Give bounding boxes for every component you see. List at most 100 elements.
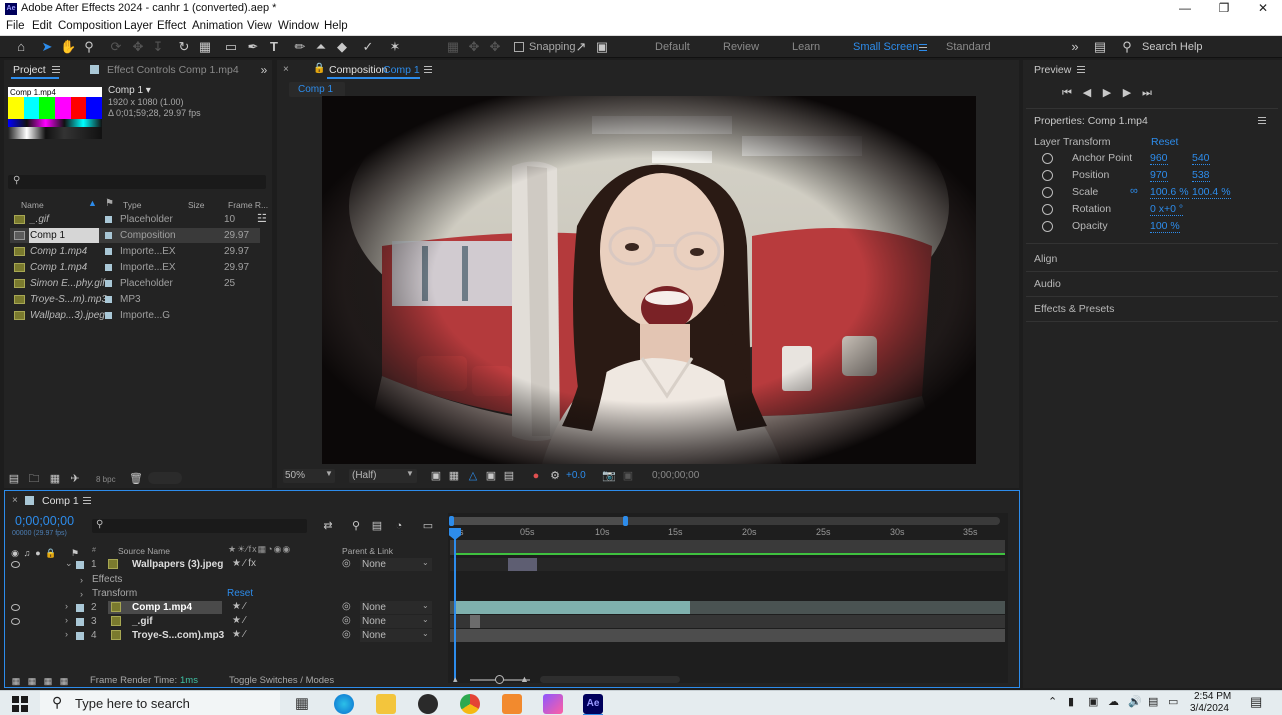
panel-overflow-icon[interactable]: » (256, 62, 272, 78)
stopwatch-icon[interactable] (1042, 170, 1053, 181)
zoom-out-icon[interactable]: ▴ (453, 674, 458, 685)
thumbnail-size-slider[interactable] (148, 472, 182, 484)
shy-switch-icon[interactable]: ★ ∕ (232, 615, 245, 626)
stopwatch-icon[interactable] (1042, 153, 1053, 164)
maximize-button[interactable]: ❐ (1204, 0, 1244, 18)
workspace-menu-icon[interactable] (919, 44, 927, 51)
transform-reset-link[interactable]: Reset (227, 588, 253, 599)
project-search-input[interactable]: ⚲ (8, 175, 266, 189)
layer-2-clip[interactable] (456, 601, 690, 614)
menu-window[interactable]: Window (278, 20, 319, 32)
position-y[interactable]: 538 (1192, 169, 1210, 182)
next-frame-icon[interactable]: ▶ (1119, 85, 1135, 101)
after-effects-taskbar-icon[interactable]: Ae (583, 694, 603, 714)
expand-arrow-icon[interactable]: › (80, 575, 83, 585)
exposure-reset-icon[interactable]: ⚙ (547, 468, 563, 484)
eye-icon[interactable] (11, 618, 20, 625)
region-of-interest-icon[interactable]: ▣ (483, 468, 499, 484)
parent-pickwhip-icon[interactable]: ◎ (342, 601, 351, 612)
expand-arrow-icon[interactable]: › (65, 615, 68, 625)
rectangle-tool-icon[interactable]: ▭ (223, 39, 239, 55)
selected-item-name[interactable]: Comp 1 ▾ (108, 85, 151, 96)
shy-switch-icon[interactable]: ★ ∕ (232, 629, 245, 640)
orbit-camera-icon[interactable]: ⟳ (108, 39, 124, 55)
hide-shy-layers-icon[interactable]: ▤ (369, 518, 385, 534)
project-item[interactable]: Troye-S...m).mp3 MP3 (10, 292, 260, 307)
properties-panel-menu-icon[interactable] (1258, 117, 1266, 124)
col-size[interactable]: Size (188, 200, 205, 210)
snapping-checkbox[interactable] (514, 42, 524, 52)
close-timeline-icon[interactable]: × (12, 495, 18, 506)
expand-arrow-icon[interactable]: › (65, 629, 68, 639)
file-explorer-icon[interactable] (376, 694, 396, 714)
tab-composition-name[interactable]: Comp 1 (383, 64, 420, 76)
timeline-layer-row[interactable]: › 3 _.gif ★ ∕ ◎ None ⌄ (5, 615, 445, 629)
timeline-layer-row[interactable]: › 4 Troye-S...com).mp3 ★ ∕ ◎ None ⌄ (5, 629, 445, 643)
snap-features-icon[interactable]: ▣ (594, 39, 610, 55)
audio-section[interactable]: Audio (1034, 278, 1061, 290)
chrome-icon[interactable] (460, 694, 480, 714)
hand-tool-icon[interactable]: ✋ (60, 39, 76, 55)
effects-group[interactable]: Effects (92, 574, 122, 585)
toggle-switches-modes[interactable]: Toggle Switches / Modes (229, 675, 334, 686)
battery-icon[interactable]: ▮ (1068, 695, 1074, 708)
effects-presets-section[interactable]: Effects & Presets (1034, 303, 1114, 315)
col-name[interactable]: Name (21, 200, 44, 210)
transform-reset-link[interactable]: Reset (1151, 136, 1178, 148)
tab-effect-controls[interactable]: Effect Controls Comp 1.mp4 (107, 64, 239, 76)
tray-app-icon[interactable]: ▣ (1088, 695, 1098, 708)
close-tab-icon[interactable]: × (283, 64, 289, 75)
dolly-camera-icon[interactable]: ↧ (150, 39, 166, 55)
color-channels-icon[interactable]: ● (528, 468, 544, 484)
draft-3d-icon[interactable]: ⚲ (348, 518, 364, 534)
parent-dropdown[interactable]: None ⌄ (360, 558, 432, 571)
project-item[interactable]: Comp 1.mp4 Importe...EX 29.97 (10, 260, 260, 275)
clock-date[interactable]: 3/4/2024 (1190, 703, 1229, 714)
layer-4-track[interactable] (450, 629, 1005, 642)
parent-dropdown[interactable]: None ⌄ (360, 601, 432, 614)
resolution-dropdown[interactable]: (Half) ▼ (349, 469, 417, 483)
pan-camera-icon[interactable]: ✥ (130, 39, 146, 55)
bpc-label[interactable]: 8 bpc (96, 475, 116, 484)
render-info-icon[interactable]: ▦ (8, 673, 24, 689)
position-x[interactable]: 970 (1150, 169, 1168, 182)
show-snapshot-icon[interactable]: ▣ (620, 468, 636, 484)
workspace-review[interactable]: Review (723, 41, 759, 53)
parent-dropdown[interactable]: None ⌄ (360, 615, 432, 628)
play-icon[interactable]: ▶ (1099, 85, 1115, 101)
new-folder-icon[interactable]: 🗀 (26, 471, 42, 487)
clone-stamp-tool-icon[interactable]: ⏶ (313, 39, 329, 55)
workspace-default[interactable]: Default (655, 41, 690, 53)
parent-pickwhip-icon[interactable]: ◎ (342, 629, 351, 640)
zoom-in-icon[interactable]: ▲ (520, 674, 529, 684)
world-axis-icon[interactable]: ✥ (466, 39, 482, 55)
selection-tool-icon[interactable]: ➤ (39, 39, 55, 55)
preview-panel-menu-icon[interactable] (1077, 66, 1085, 73)
new-composition-icon[interactable]: ▦ (47, 471, 63, 487)
workspace-layout-icon[interactable]: ▤ (1092, 39, 1108, 55)
stopwatch-icon[interactable] (1042, 187, 1053, 198)
eye-icon[interactable] (11, 561, 20, 568)
timeline-layer-row-selected[interactable]: › 2 Comp 1.mp4 ★ ∕ ◎ None ⌄ (5, 601, 445, 615)
collapse-arrow-icon[interactable]: ⌄ (65, 558, 73, 569)
shy-switch-icon[interactable]: ★ ∕ fx (232, 558, 256, 569)
eraser-tool-icon[interactable]: ◆ (334, 39, 350, 55)
dell-icon[interactable] (418, 694, 438, 714)
project-item-selected[interactable]: Comp 1 Composition 29.97 (10, 228, 260, 243)
previous-frame-icon[interactable]: ◀ (1079, 85, 1095, 101)
switches-column-icons[interactable]: ★☀∕fx▦◔◉◉ (228, 544, 291, 555)
axis-mode-icon[interactable]: ▦ (445, 39, 461, 55)
menu-file[interactable]: File (6, 20, 25, 32)
search-help-input[interactable]: Search Help (1142, 41, 1203, 53)
interpret-footage-icon[interactable]: ▤ (6, 471, 22, 487)
notifications-icon[interactable]: ▤ (1250, 694, 1262, 710)
layer-3-clip[interactable] (470, 615, 480, 628)
menu-effect[interactable]: Effect (157, 20, 186, 32)
tab-timeline-comp[interactable]: Comp 1 (42, 495, 79, 507)
task-view-icon[interactable]: ▦ (292, 694, 312, 714)
col-parent-link[interactable]: Parent & Link (342, 546, 393, 556)
sort-up-icon[interactable]: ▲ (88, 198, 97, 208)
zoom-slider-handle[interactable] (495, 675, 504, 684)
graph-editor-icon[interactable]: ▭ (420, 518, 436, 534)
brush-tool-icon[interactable]: ✏ (292, 39, 308, 55)
